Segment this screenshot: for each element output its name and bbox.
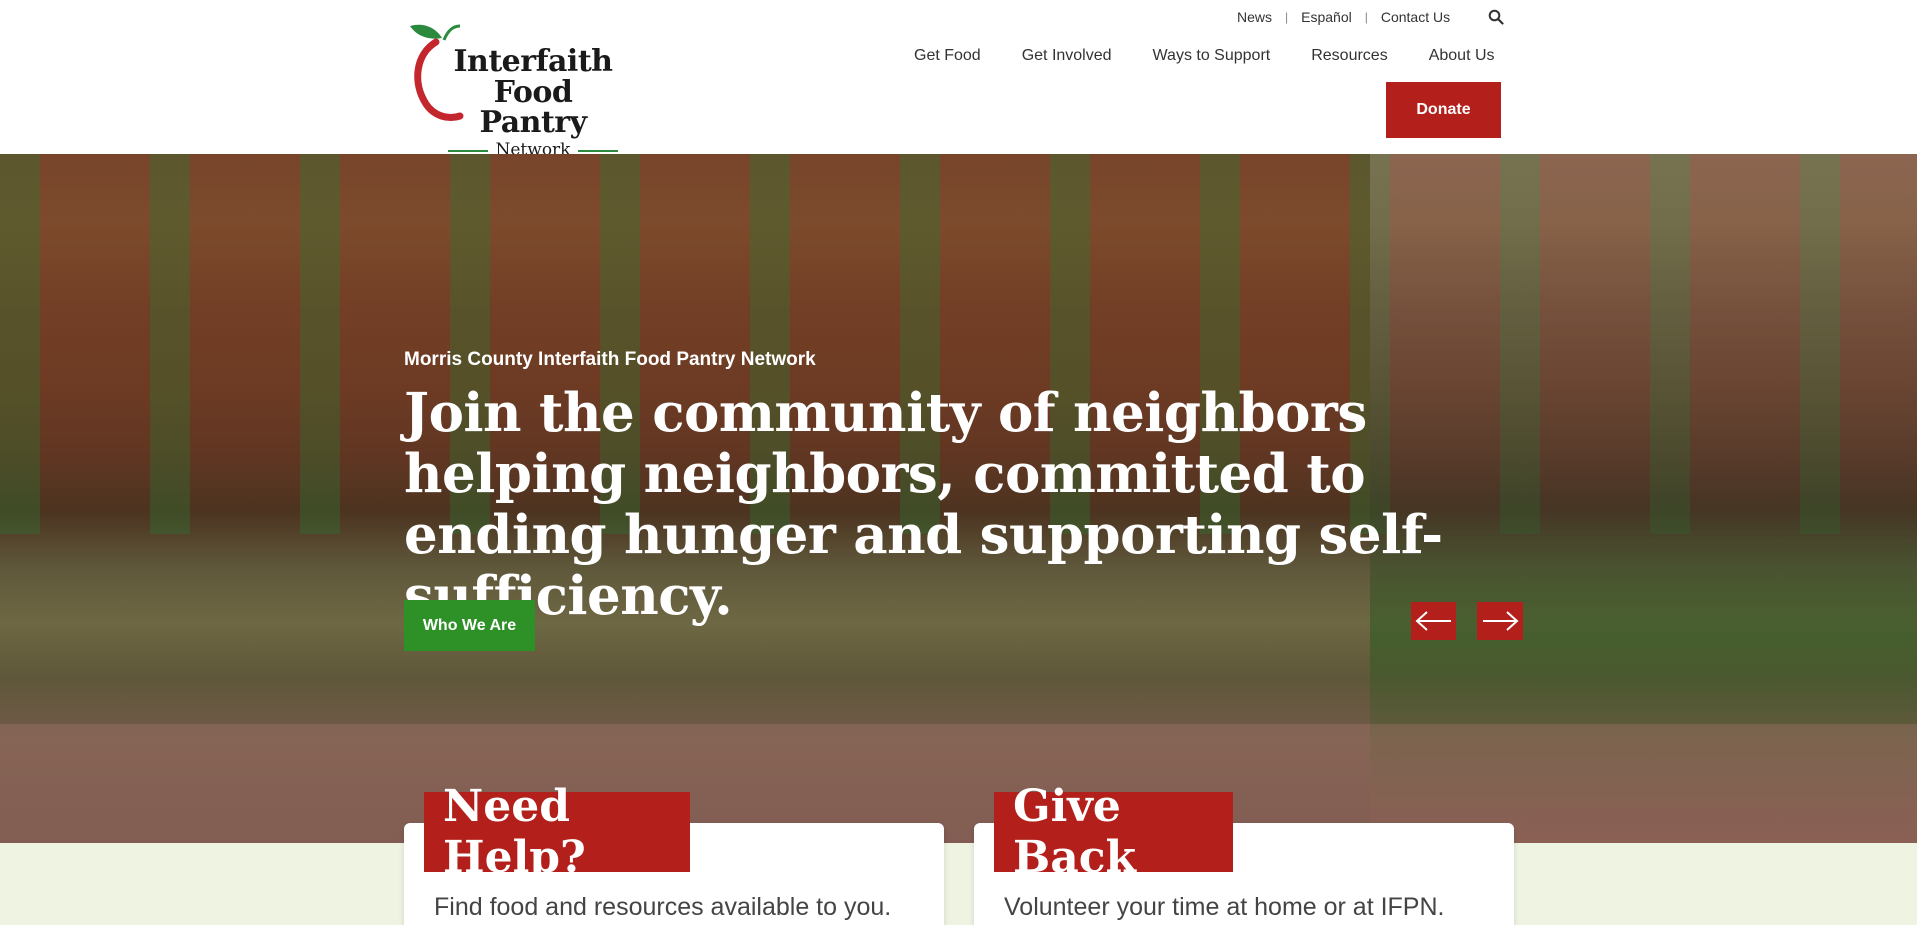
logo-wordmark: Interfaith Food Pantry Network xyxy=(446,47,620,159)
need-help-card-text: Find food and resources available to you… xyxy=(434,893,892,921)
slider-prev-button[interactable] xyxy=(1411,602,1456,640)
search-icon[interactable] xyxy=(1488,9,1504,25)
util-link-espanol[interactable]: Español xyxy=(1301,9,1352,25)
give-back-card-title[interactable]: Give Back xyxy=(994,781,1233,883)
who-we-are-button[interactable]: Who We Are xyxy=(404,600,535,651)
logo-line2: Food Pantry xyxy=(479,75,587,140)
logo-line1: Interfaith xyxy=(453,44,613,79)
logo-rule-right xyxy=(578,149,619,152)
hero-title: Join the community of neighbors helping … xyxy=(404,382,1443,627)
site-header: Interfaith Food Pantry Network News | Es… xyxy=(0,0,1917,159)
util-link-news[interactable]: News xyxy=(1237,9,1272,25)
hero-kicker: Morris County Interfaith Food Pantry Net… xyxy=(404,349,816,370)
give-back-card-text: Volunteer your time at home or at IFPN. xyxy=(1004,893,1445,921)
cards-section-background xyxy=(0,843,1917,925)
nav-item-get-involved[interactable]: Get Involved xyxy=(1022,47,1112,65)
util-separator: | xyxy=(1285,10,1289,24)
arrow-right-icon xyxy=(1483,611,1519,631)
nav-item-ways-to-support[interactable]: Ways to Support xyxy=(1153,47,1271,65)
logo-rule-left xyxy=(447,149,488,152)
hero-slider: Morris County Interfaith Food Pantry Net… xyxy=(0,154,1917,843)
site-logo[interactable]: Interfaith Food Pantry Network xyxy=(404,20,620,159)
need-help-card-title[interactable]: Need Help? xyxy=(424,781,690,883)
util-link-contact[interactable]: Contact Us xyxy=(1381,9,1450,25)
nav-item-get-food[interactable]: Get Food xyxy=(914,47,981,65)
slider-next-button[interactable] xyxy=(1477,602,1523,640)
hero-background-boxes xyxy=(0,724,1917,843)
nav-item-resources[interactable]: Resources xyxy=(1311,47,1387,65)
utility-nav: News | Español | Contact Us xyxy=(1237,9,1450,25)
donate-button[interactable]: Donate xyxy=(1386,82,1501,138)
nav-item-about-us[interactable]: About Us xyxy=(1429,47,1495,65)
util-separator: | xyxy=(1364,10,1368,24)
arrow-left-icon xyxy=(1415,611,1451,631)
main-nav: Get Food Get Involved Ways to Support Re… xyxy=(914,47,1495,65)
